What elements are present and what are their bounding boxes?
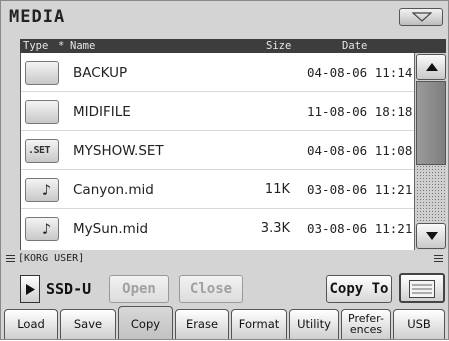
file-list-scrollbar[interactable] — [414, 53, 446, 250]
page-title: MEDIA — [9, 7, 66, 27]
tab-save[interactable]: Save — [60, 309, 116, 339]
copy-options-button[interactable] — [399, 273, 445, 303]
scroll-up-button[interactable] — [416, 54, 446, 80]
sort-marker: * — [58, 40, 65, 52]
tab-preferences-line2: ences — [349, 323, 383, 336]
file-date: 03-08-06 11:21 — [307, 221, 413, 236]
column-header-type[interactable]: Type — [23, 39, 48, 53]
device-label: SSD-U — [46, 280, 92, 298]
file-date: 04-08-06 11:14 — [307, 65, 413, 80]
path-grip-icon — [6, 255, 15, 262]
path-grip-icon — [434, 255, 443, 262]
file-row[interactable]: MIDIFILE 11-08-06 18:18 — [21, 92, 415, 131]
file-date: 03-08-06 11:21 — [307, 182, 413, 197]
column-header-name[interactable]: Name — [70, 39, 95, 53]
file-date: 11-08-06 18:18 — [307, 104, 413, 119]
file-list-header: Type * Name Size Date — [20, 39, 446, 53]
scroll-thumb[interactable] — [416, 81, 446, 165]
open-button[interactable]: Open — [109, 275, 169, 303]
arrow-up-icon — [426, 63, 438, 71]
current-path: [KORG USER] — [18, 253, 85, 264]
file-name: Canyon.mid — [73, 182, 154, 198]
tab-preferences[interactable]: Prefer- ences — [341, 309, 391, 339]
folder-icon — [25, 100, 59, 124]
play-arrow-icon — [26, 284, 35, 295]
file-name: MYSHOW.SET — [73, 143, 164, 159]
file-row[interactable]: BACKUP 04-08-06 11:14 — [21, 53, 415, 92]
title-bar: MEDIA — [5, 5, 445, 31]
column-header-size[interactable]: Size — [266, 39, 291, 53]
midi-file-icon: ♪ — [25, 217, 59, 241]
chevron-down-icon — [412, 12, 432, 22]
file-name: MIDIFILE — [73, 104, 131, 120]
path-bar: [KORG USER] — [5, 253, 445, 265]
tab-bar: Load Save Copy Erase Format Utility Pref… — [4, 306, 446, 339]
file-list: BACKUP 04-08-06 11:14 MIDIFILE 11-08-06 … — [20, 53, 415, 250]
tab-copy[interactable]: Copy — [118, 306, 173, 339]
media-list-icon — [409, 280, 435, 298]
file-size: 3.3K — [260, 221, 290, 236]
midi-file-icon: ♪ — [25, 178, 59, 202]
tab-load[interactable]: Load — [4, 309, 58, 339]
file-name: BACKUP — [73, 65, 128, 81]
tab-erase[interactable]: Erase — [175, 309, 229, 339]
media-screen: MEDIA Type * Name Size Date BACKUP 04-08… — [0, 0, 449, 340]
set-file-icon: .SET — [25, 139, 59, 163]
folder-icon — [25, 61, 59, 85]
device-selector[interactable]: SSD-U — [20, 275, 104, 303]
close-button[interactable]: Close — [179, 275, 243, 303]
copy-to-button[interactable]: Copy To — [326, 275, 392, 303]
scroll-track[interactable] — [416, 165, 446, 223]
file-name: MySun.mid — [73, 221, 149, 237]
music-note-icon: ♪ — [42, 181, 52, 199]
arrow-down-icon — [426, 232, 438, 240]
device-select-button[interactable] — [20, 275, 40, 303]
tab-usb[interactable]: USB — [393, 309, 445, 339]
file-row[interactable]: ♪ MySun.mid 3.3K 03-08-06 11:21 — [21, 209, 415, 248]
file-row[interactable]: .SET MYSHOW.SET 04-08-06 11:08 — [21, 131, 415, 170]
file-row[interactable]: ♪ Canyon.mid 11K 03-08-06 11:21 — [21, 170, 415, 209]
music-note-icon: ♪ — [42, 220, 52, 238]
file-date: 04-08-06 11:08 — [307, 143, 413, 158]
file-extension: .SET — [28, 145, 51, 156]
column-header-date[interactable]: Date — [342, 39, 367, 53]
file-size: 11K — [264, 182, 290, 197]
tab-utility[interactable]: Utility — [289, 309, 339, 339]
scroll-down-button[interactable] — [416, 223, 446, 249]
tab-format[interactable]: Format — [231, 309, 287, 339]
page-menu-button[interactable] — [399, 8, 443, 26]
